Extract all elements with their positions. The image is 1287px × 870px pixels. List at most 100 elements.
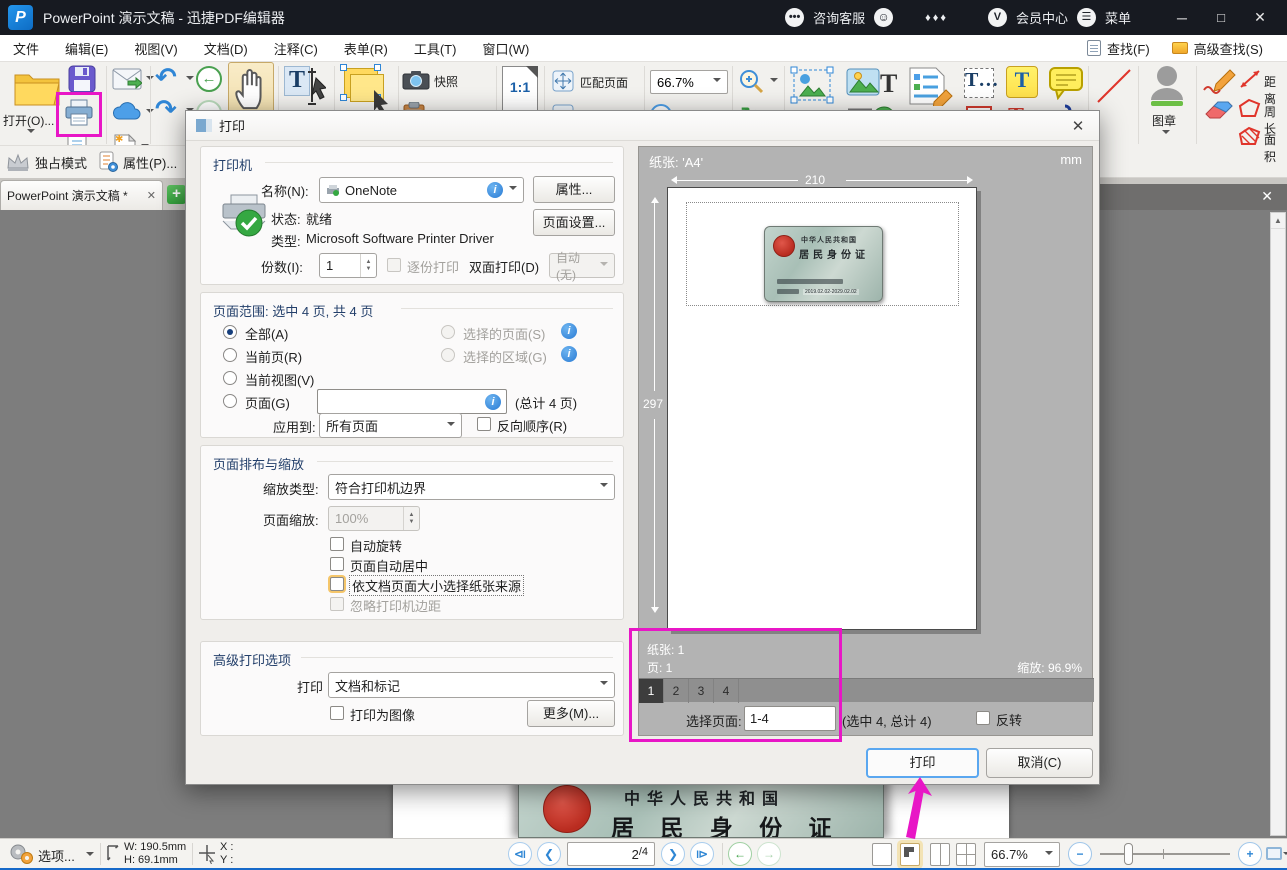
line-tool-icon[interactable] — [1094, 66, 1134, 106]
zoom-slider-handle[interactable] — [1124, 843, 1133, 865]
zoom-out-button[interactable]: − — [1068, 842, 1092, 866]
menu-window[interactable]: 窗口(W) — [469, 39, 542, 58]
fit-page-icon[interactable] — [552, 70, 574, 92]
find-button[interactable]: 查找(F) — [1107, 39, 1150, 58]
fit-caret-icon[interactable] — [1283, 852, 1287, 858]
stamp-button[interactable]: 图章 — [1152, 112, 1176, 129]
apply-to-combobox[interactable]: 所有页面 — [319, 413, 462, 438]
previous-view-icon[interactable]: ← — [196, 66, 222, 92]
advanced-find-button[interactable]: 高级查找(S) — [1194, 39, 1263, 58]
member-center-link[interactable]: 会员中心 — [1016, 8, 1068, 27]
distance-button[interactable]: 距离 — [1264, 73, 1287, 107]
menu-edit[interactable]: 编辑(E) — [52, 39, 121, 58]
print-dialog-titlebar[interactable]: 打印 ✕ — [186, 111, 1099, 141]
previous-view-nav-button[interactable]: ← — [728, 842, 752, 866]
stamp-caret-icon[interactable] — [1162, 130, 1170, 138]
fit-page-button[interactable]: 匹配页面 — [580, 74, 628, 91]
perimeter-tool-icon[interactable] — [1238, 98, 1262, 120]
vip-icon[interactable]: V — [988, 8, 1007, 27]
note-tool-icon[interactable]: T — [1006, 66, 1038, 98]
range-current-view-radio[interactable] — [223, 371, 237, 385]
range-pages-radio[interactable] — [223, 394, 237, 408]
quad-page-mode-button[interactable] — [956, 843, 976, 866]
comment-bubble-icon[interactable] — [1048, 66, 1084, 100]
menu-form[interactable]: 表单(R) — [331, 39, 401, 58]
printer-name-combobox[interactable]: OneNote i — [319, 177, 524, 203]
area-button[interactable]: 面积 — [1264, 131, 1287, 165]
vertical-scrollbar[interactable]: ▲ — [1270, 212, 1286, 836]
zoom-lens-icon[interactable] — [738, 68, 764, 94]
new-tab-button[interactable]: + — [167, 185, 186, 204]
snapshot-camera-icon[interactable] — [402, 70, 430, 90]
snapshot-button[interactable]: 快照 — [434, 73, 458, 90]
print-as-image-checkbox[interactable] — [330, 706, 344, 720]
pencil-tool-icon[interactable] — [1202, 68, 1236, 94]
options-button[interactable]: 选项... — [38, 846, 75, 865]
open-button[interactable]: 打开(O)... — [3, 112, 54, 129]
invert-checkbox[interactable] — [976, 711, 990, 725]
statusbar-zoom-combobox[interactable]: 66.7% — [984, 842, 1060, 867]
range-all-radio[interactable] — [223, 325, 237, 339]
menu-file[interactable]: 文件 — [0, 39, 52, 58]
two-page-mode-button[interactable] — [930, 843, 950, 866]
save-icon[interactable] — [68, 65, 96, 93]
menu-link[interactable]: 菜单 — [1105, 8, 1131, 27]
stamp-icon[interactable] — [1146, 64, 1188, 108]
collate-checkbox[interactable] — [387, 258, 401, 272]
selected-pages-info-icon[interactable]: i — [561, 323, 577, 339]
first-page-button[interactable]: ⧏ — [508, 842, 532, 866]
add-image-icon[interactable]: T — [846, 66, 898, 100]
range-current-page-radio[interactable] — [223, 348, 237, 362]
undo-caret-icon[interactable] — [186, 76, 194, 84]
previous-page-button[interactable]: ❮ — [537, 842, 561, 866]
range-selected-area-radio[interactable] — [441, 348, 455, 362]
open-caret-icon[interactable] — [27, 129, 35, 137]
scrollbar-up-icon[interactable]: ▲ — [1271, 213, 1285, 229]
edit-objects-icon[interactable] — [790, 66, 834, 104]
undo-icon[interactable]: ↶ — [155, 62, 177, 93]
redo-icon[interactable]: ↷ — [155, 94, 177, 125]
typewriter-tool-icon[interactable]: T… — [964, 68, 994, 98]
gems-icon[interactable]: ♦♦♦ — [925, 12, 948, 24]
copies-spinner[interactable]: 1 ▲▼ — [319, 253, 377, 278]
dialog-close-icon[interactable]: ✕ — [1067, 117, 1089, 135]
range-selected-pages-radio[interactable] — [441, 325, 455, 339]
maximize-button[interactable]: □ — [1206, 10, 1236, 25]
eraser-tool-icon[interactable] — [1202, 100, 1234, 122]
close-button[interactable]: ✕ — [1245, 9, 1275, 26]
exclusive-mode-button[interactable]: 独占模式 — [35, 153, 87, 172]
cloud-upload-icon[interactable] — [112, 102, 142, 122]
selected-area-info-icon[interactable]: i — [561, 346, 577, 362]
auto-center-checkbox[interactable] — [330, 557, 344, 571]
distance-tool-icon[interactable] — [1238, 68, 1262, 90]
open-folder-icon[interactable] — [12, 67, 62, 109]
annotation-select-tool[interactable] — [338, 64, 394, 116]
menu-tools[interactable]: 工具(T) — [401, 39, 470, 58]
tab-close-icon[interactable]: ✕ — [147, 189, 156, 202]
printer-properties-button[interactable]: 属性... — [533, 176, 615, 203]
zoom-lens-caret-icon[interactable] — [770, 78, 778, 86]
single-page-mode-button[interactable] — [872, 843, 892, 866]
continuous-mode-button[interactable] — [900, 843, 920, 866]
next-view-nav-button[interactable]: → — [757, 842, 781, 866]
toolbar-zoom-combobox[interactable]: 66.7% — [650, 70, 728, 94]
pages-input-info-icon[interactable]: i — [485, 394, 501, 410]
menu-document[interactable]: 文档(D) — [191, 39, 261, 58]
text-select-tool[interactable]: T — [282, 64, 330, 114]
account-avatar-icon[interactable]: ☺ — [874, 8, 893, 27]
page-number-input[interactable]: 2/4 — [567, 842, 655, 866]
actual-size-button[interactable]: 1:1 — [502, 66, 538, 112]
area-tool-icon[interactable] — [1238, 126, 1262, 148]
page-scale-spinner[interactable]: 100% ▲▼ — [328, 506, 420, 531]
chat-bubble-icon[interactable]: ••• — [785, 8, 804, 27]
reverse-order-checkbox[interactable] — [477, 417, 491, 431]
hamburger-menu-icon[interactable]: ☰ — [1077, 8, 1096, 27]
support-link[interactable]: 咨询客服 — [813, 8, 865, 27]
menu-view[interactable]: 视图(V) — [121, 39, 190, 58]
printer-info-icon[interactable]: i — [487, 182, 503, 198]
options-caret-icon[interactable] — [86, 852, 94, 860]
document-tab[interactable]: PowerPoint 演示文稿 * ✕ — [0, 180, 163, 210]
pages-input[interactable]: i — [317, 389, 507, 414]
minimize-button[interactable]: ─ — [1167, 10, 1197, 26]
last-page-button[interactable]: ⧐ — [690, 842, 714, 866]
